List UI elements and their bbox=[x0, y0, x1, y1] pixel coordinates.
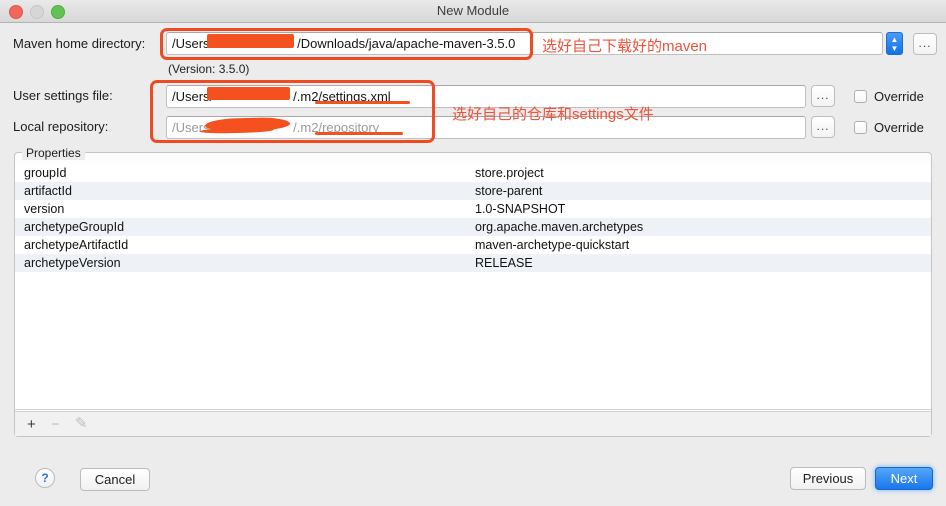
property-value: maven-archetype-quickstart bbox=[475, 238, 630, 252]
property-value: 1.0-SNAPSHOT bbox=[475, 202, 566, 216]
user-settings-browse-button[interactable]: ... bbox=[811, 85, 835, 107]
property-value: store-parent bbox=[475, 184, 543, 198]
property-name: archetypeArtifactId bbox=[24, 238, 129, 252]
underline-settings-xml bbox=[315, 101, 410, 104]
cancel-button[interactable]: Cancel bbox=[80, 468, 150, 491]
maven-version-note: (Version: 3.5.0) bbox=[168, 62, 250, 76]
redaction-maven-username bbox=[207, 34, 294, 48]
user-settings-override-label: Override bbox=[874, 89, 924, 104]
maven-home-value-suffix: /Downloads/java/apache-maven-3.5.0 bbox=[297, 36, 516, 51]
local-repository-override-checkbox[interactable] bbox=[854, 121, 867, 134]
local-repository-label: Local repository: bbox=[13, 119, 109, 134]
annotation-maven-note: 选好自己下载好的maven bbox=[542, 38, 708, 55]
property-name: archetypeVersion bbox=[24, 256, 121, 270]
properties-group-title: Properties bbox=[22, 146, 85, 160]
table-row[interactable]: archetypeGroupId org.apache.maven.archet… bbox=[15, 218, 931, 236]
previous-button[interactable]: Previous bbox=[790, 467, 866, 490]
redaction-settings-username bbox=[207, 87, 290, 100]
local-repository-override-row[interactable]: Override bbox=[854, 119, 924, 137]
user-settings-override-row[interactable]: Override bbox=[854, 88, 924, 106]
edit-property-icon[interactable]: ✎ bbox=[75, 416, 88, 431]
local-repository-browse-button[interactable]: ... bbox=[811, 116, 835, 138]
annotation-settings-note: 选好自己的仓库和settings文件 bbox=[452, 106, 654, 123]
title-bar: New Module bbox=[0, 0, 946, 23]
user-settings-label: User settings file: bbox=[13, 88, 113, 103]
table-row[interactable]: artifactId store-parent bbox=[15, 182, 931, 200]
table-row[interactable]: archetypeArtifactId maven-archetype-quic… bbox=[15, 236, 931, 254]
property-name: archetypeGroupId bbox=[24, 220, 125, 234]
property-value: RELEASE bbox=[475, 256, 533, 270]
underline-repository bbox=[315, 132, 403, 135]
help-button[interactable]: ? bbox=[35, 468, 55, 488]
chevron-up-glyph: ▲ bbox=[890, 35, 899, 44]
property-value: store.project bbox=[475, 166, 544, 180]
property-name: version bbox=[24, 202, 65, 216]
next-button[interactable]: Next bbox=[875, 467, 933, 490]
property-name: groupId bbox=[24, 166, 67, 180]
remove-property-icon[interactable]: − bbox=[51, 417, 60, 432]
chevron-down-glyph: ▼ bbox=[890, 44, 899, 53]
chevron-updown-icon[interactable]: ▲ ▼ bbox=[886, 32, 903, 55]
maven-home-label: Maven home directory: bbox=[13, 36, 146, 51]
window-title: New Module bbox=[436, 3, 510, 18]
local-repository-override-label: Override bbox=[874, 120, 924, 135]
property-value: org.apache.maven.archetypes bbox=[475, 220, 644, 234]
table-row[interactable]: archetypeVersion RELEASE bbox=[15, 254, 931, 272]
property-name: artifactId bbox=[24, 184, 72, 198]
add-property-icon[interactable]: + bbox=[27, 417, 36, 432]
table-row[interactable]: groupId store.project bbox=[15, 164, 931, 182]
new-module-dialog: New Module Maven home directory: /Users/… bbox=[0, 0, 946, 506]
table-row[interactable]: version 1.0-SNAPSHOT bbox=[15, 200, 931, 218]
maven-home-browse-button[interactable]: ... bbox=[913, 33, 937, 55]
properties-toolbar: + − ✎ bbox=[15, 411, 931, 436]
properties-table[interactable]: groupId store.project artifactId store-p… bbox=[15, 164, 931, 410]
user-settings-override-checkbox[interactable] bbox=[854, 90, 867, 103]
